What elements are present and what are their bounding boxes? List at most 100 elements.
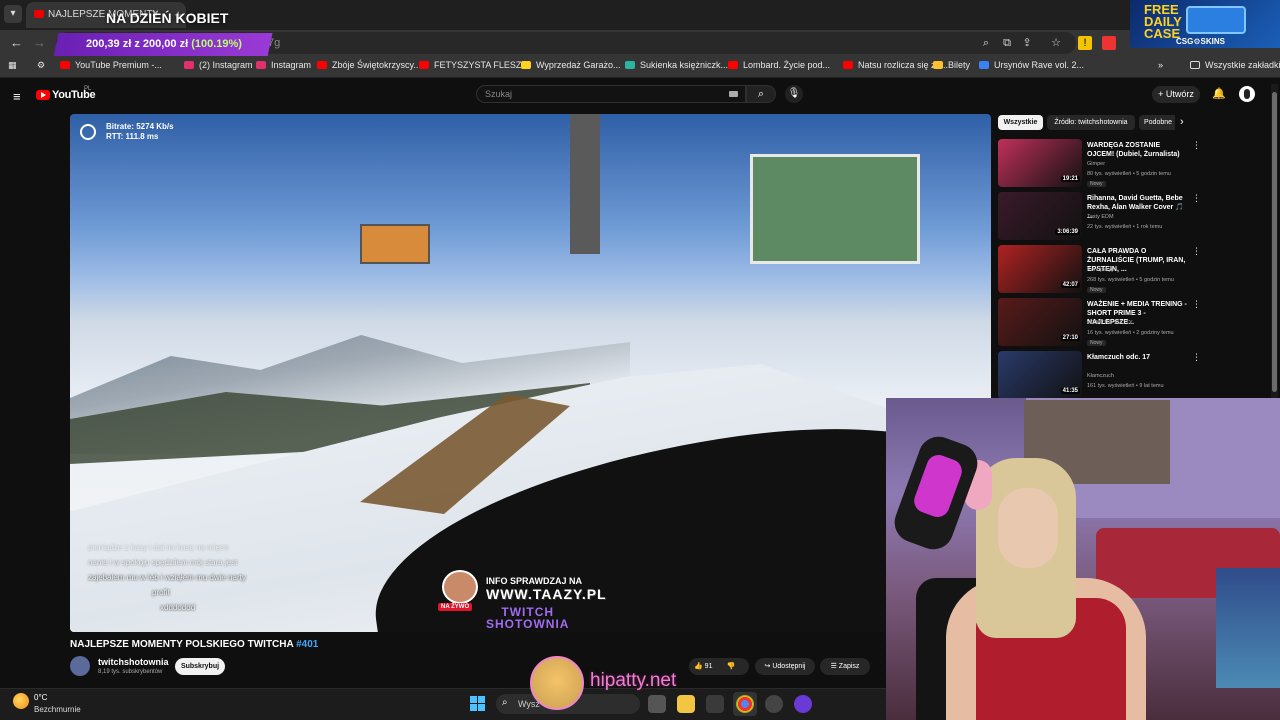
bookmark-item[interactable]: Sukienka księżniczk...	[625, 60, 728, 70]
rec-channel[interactable]: Konopskyy	[1087, 267, 1114, 273]
menu-icon[interactable]: ≡	[13, 89, 21, 104]
rec-new-badge: Nowy	[1087, 287, 1106, 293]
donation-amount: 200,39 zł z 200,00 zł	[86, 38, 189, 50]
forward-icon[interactable]: →	[33, 35, 46, 50]
channel-avatar[interactable]	[70, 656, 90, 676]
rec-meta: 268 tys. wyświetleń • 5 godzin temu	[1087, 277, 1174, 283]
store-icon[interactable]	[706, 695, 724, 713]
bell-icon[interactable]: 🔔	[1212, 87, 1226, 100]
bookmark-item[interactable]: Ursynów Rave vol. 2...	[979, 60, 1084, 70]
filter-chip-source[interactable]: Źródło: twitchshotownia	[1047, 115, 1135, 130]
star-icon[interactable]: ☆	[1049, 36, 1063, 50]
channel-name[interactable]: twitchshotownia	[98, 657, 169, 667]
rec-duration: 42:07	[1060, 282, 1080, 288]
bitrate-text: Bitrate: 5274 Kb/s	[106, 122, 174, 131]
brand-line2: SHOTOWNIA	[486, 617, 570, 631]
weather-temp[interactable]: 0°C	[34, 693, 47, 702]
discord-icon[interactable]	[765, 695, 783, 713]
info-overlay-brand: TWITCH SHOTOWNIA	[486, 606, 569, 630]
share-button[interactable]: ↪ Udostępnij	[755, 658, 815, 675]
obs-icon[interactable]	[794, 695, 812, 713]
mic-icon[interactable]: 🎙	[785, 85, 803, 103]
all-bookmarks[interactable]: Wszystkie zakładki	[1190, 60, 1280, 70]
like-button[interactable]: 👍 91 👎	[689, 658, 749, 675]
bookmark-item[interactable]: Instagram	[256, 60, 311, 70]
rec-channel[interactable]: WYBITNE SHOTY	[1087, 320, 1133, 326]
search-input[interactable]	[476, 85, 746, 103]
more-options-icon[interactable]: ⋮	[1192, 193, 1201, 204]
start-button[interactable]	[470, 696, 486, 712]
bookmark-label: FETYSZYSTA FLESZ...	[434, 60, 529, 70]
apps-icon[interactable]: ▦	[8, 60, 17, 71]
bookmark-item[interactable]: (2) Instagram	[184, 60, 253, 70]
rec-channel[interactable]: Kłamczuch	[1087, 373, 1114, 379]
scene-hut	[750, 154, 920, 264]
bookmark-favicon-icon	[419, 61, 429, 69]
rec-duration: 3:06:39	[1055, 229, 1080, 235]
bookmarks-more-icon[interactable]: »	[1158, 60, 1163, 70]
bookmark-item[interactable]: Bilety	[933, 60, 970, 70]
save-label: Zapisz	[838, 663, 860, 670]
like-icon: 👍	[694, 663, 703, 670]
rec-title[interactable]: Kłamczuch odc. 17	[1087, 353, 1187, 362]
bookmark-item[interactable]: Zbóje Świętokrzyscy...	[317, 60, 421, 70]
bookmark-favicon-icon	[184, 61, 194, 69]
bookmark-label: Instagram	[271, 60, 312, 70]
more-options-icon[interactable]: ⋮	[1192, 140, 1201, 151]
search-placeholder: Szukaj	[485, 89, 513, 99]
rec-channel[interactable]: Gimper	[1087, 161, 1105, 167]
chevron-right-icon[interactable]: ›	[1180, 116, 1184, 128]
webcam-overlay	[886, 398, 1280, 720]
stream-stats-icon	[80, 124, 96, 140]
avatar[interactable]	[1239, 86, 1255, 102]
weather-icon[interactable]	[13, 693, 29, 709]
bookmark-label: Wyprzedaż Garażo...	[536, 60, 621, 70]
country-code: PL	[84, 86, 92, 92]
bookmark-item[interactable]: Lombard. Życie pod...	[728, 60, 830, 70]
donation-goal-text: 200,39 zł z 200,00 zł (100.19%)	[86, 38, 242, 50]
bookmark-label: YouTube Premium -...	[75, 60, 162, 70]
filter-chip-all[interactable]: Wszystkie	[998, 115, 1043, 130]
extension-icon[interactable]: !	[1078, 36, 1092, 50]
chrome-icon[interactable]	[736, 695, 754, 713]
scrollbar-thumb[interactable]	[1272, 92, 1277, 392]
youtube-logo-icon[interactable]	[36, 90, 50, 100]
file-explorer-icon[interactable]	[677, 695, 695, 713]
save-button[interactable]: ☰ Zapisz	[820, 658, 870, 675]
more-options-icon[interactable]: ⋮	[1192, 299, 1201, 310]
chat-line: xddddddd	[160, 603, 196, 612]
webcam-painting	[1216, 568, 1280, 688]
share-icon[interactable]: ⇪	[1020, 36, 1034, 50]
back-icon[interactable]: ←	[10, 35, 23, 50]
chat-line: nanie i w spokoju spędziłem mój stara je…	[88, 558, 238, 567]
task-view-icon[interactable]	[648, 695, 666, 713]
weather-desc[interactable]: Bezchmurnie	[34, 705, 81, 714]
search-button[interactable]: ⌕	[746, 85, 776, 103]
dislike-icon[interactable]: 👎	[726, 663, 735, 670]
video-title-tag[interactable]: #401	[296, 639, 318, 650]
bookmark-item[interactable]: FETYSZYSTA FLESZ...	[419, 60, 529, 70]
settings-icon[interactable]: ⚙	[37, 60, 45, 71]
subscribe-button[interactable]: Subskrybuj	[175, 658, 225, 675]
ad-brand: CSG⚙SKINS	[1176, 37, 1225, 46]
rec-title[interactable]: WARDĘGA ZOSTANIE OJCEM! (Dubiel, Żurnali…	[1087, 141, 1187, 159]
filter-chip-similar[interactable]: Podobne	[1139, 115, 1175, 130]
stream-overlay-title: NA DZIEŃ KOBIET	[106, 10, 229, 26]
bookmark-label: Zbóje Świętokrzyscy...	[332, 60, 421, 70]
more-options-icon[interactable]: ⋮	[1192, 352, 1201, 363]
create-button[interactable]: + Utwórz	[1152, 86, 1200, 103]
bookmark-item[interactable]: Wyprzedaż Garażo...	[521, 60, 620, 70]
cast-icon[interactable]: ⧉	[1000, 36, 1014, 50]
bookmark-item[interactable]: YouTube Premium -...	[60, 60, 162, 70]
more-options-icon[interactable]: ⋮	[1192, 246, 1201, 257]
ad-headline: FREE DAILY CASE	[1144, 3, 1184, 40]
tab-search-button[interactable]: ▾	[4, 5, 22, 23]
keyboard-icon[interactable]	[729, 91, 738, 97]
bookmark-favicon-icon	[317, 61, 327, 69]
rec-channel[interactable]: Tasty EDM	[1087, 214, 1114, 220]
like-count: 91	[704, 663, 713, 670]
zoom-icon[interactable]: ⌕	[979, 36, 993, 50]
extension-red-icon[interactable]	[1102, 36, 1116, 50]
rec-meta: 80 tys. wyświetleń • 5 godzin temu	[1087, 171, 1171, 177]
rec-duration: 19:21	[1060, 176, 1080, 182]
